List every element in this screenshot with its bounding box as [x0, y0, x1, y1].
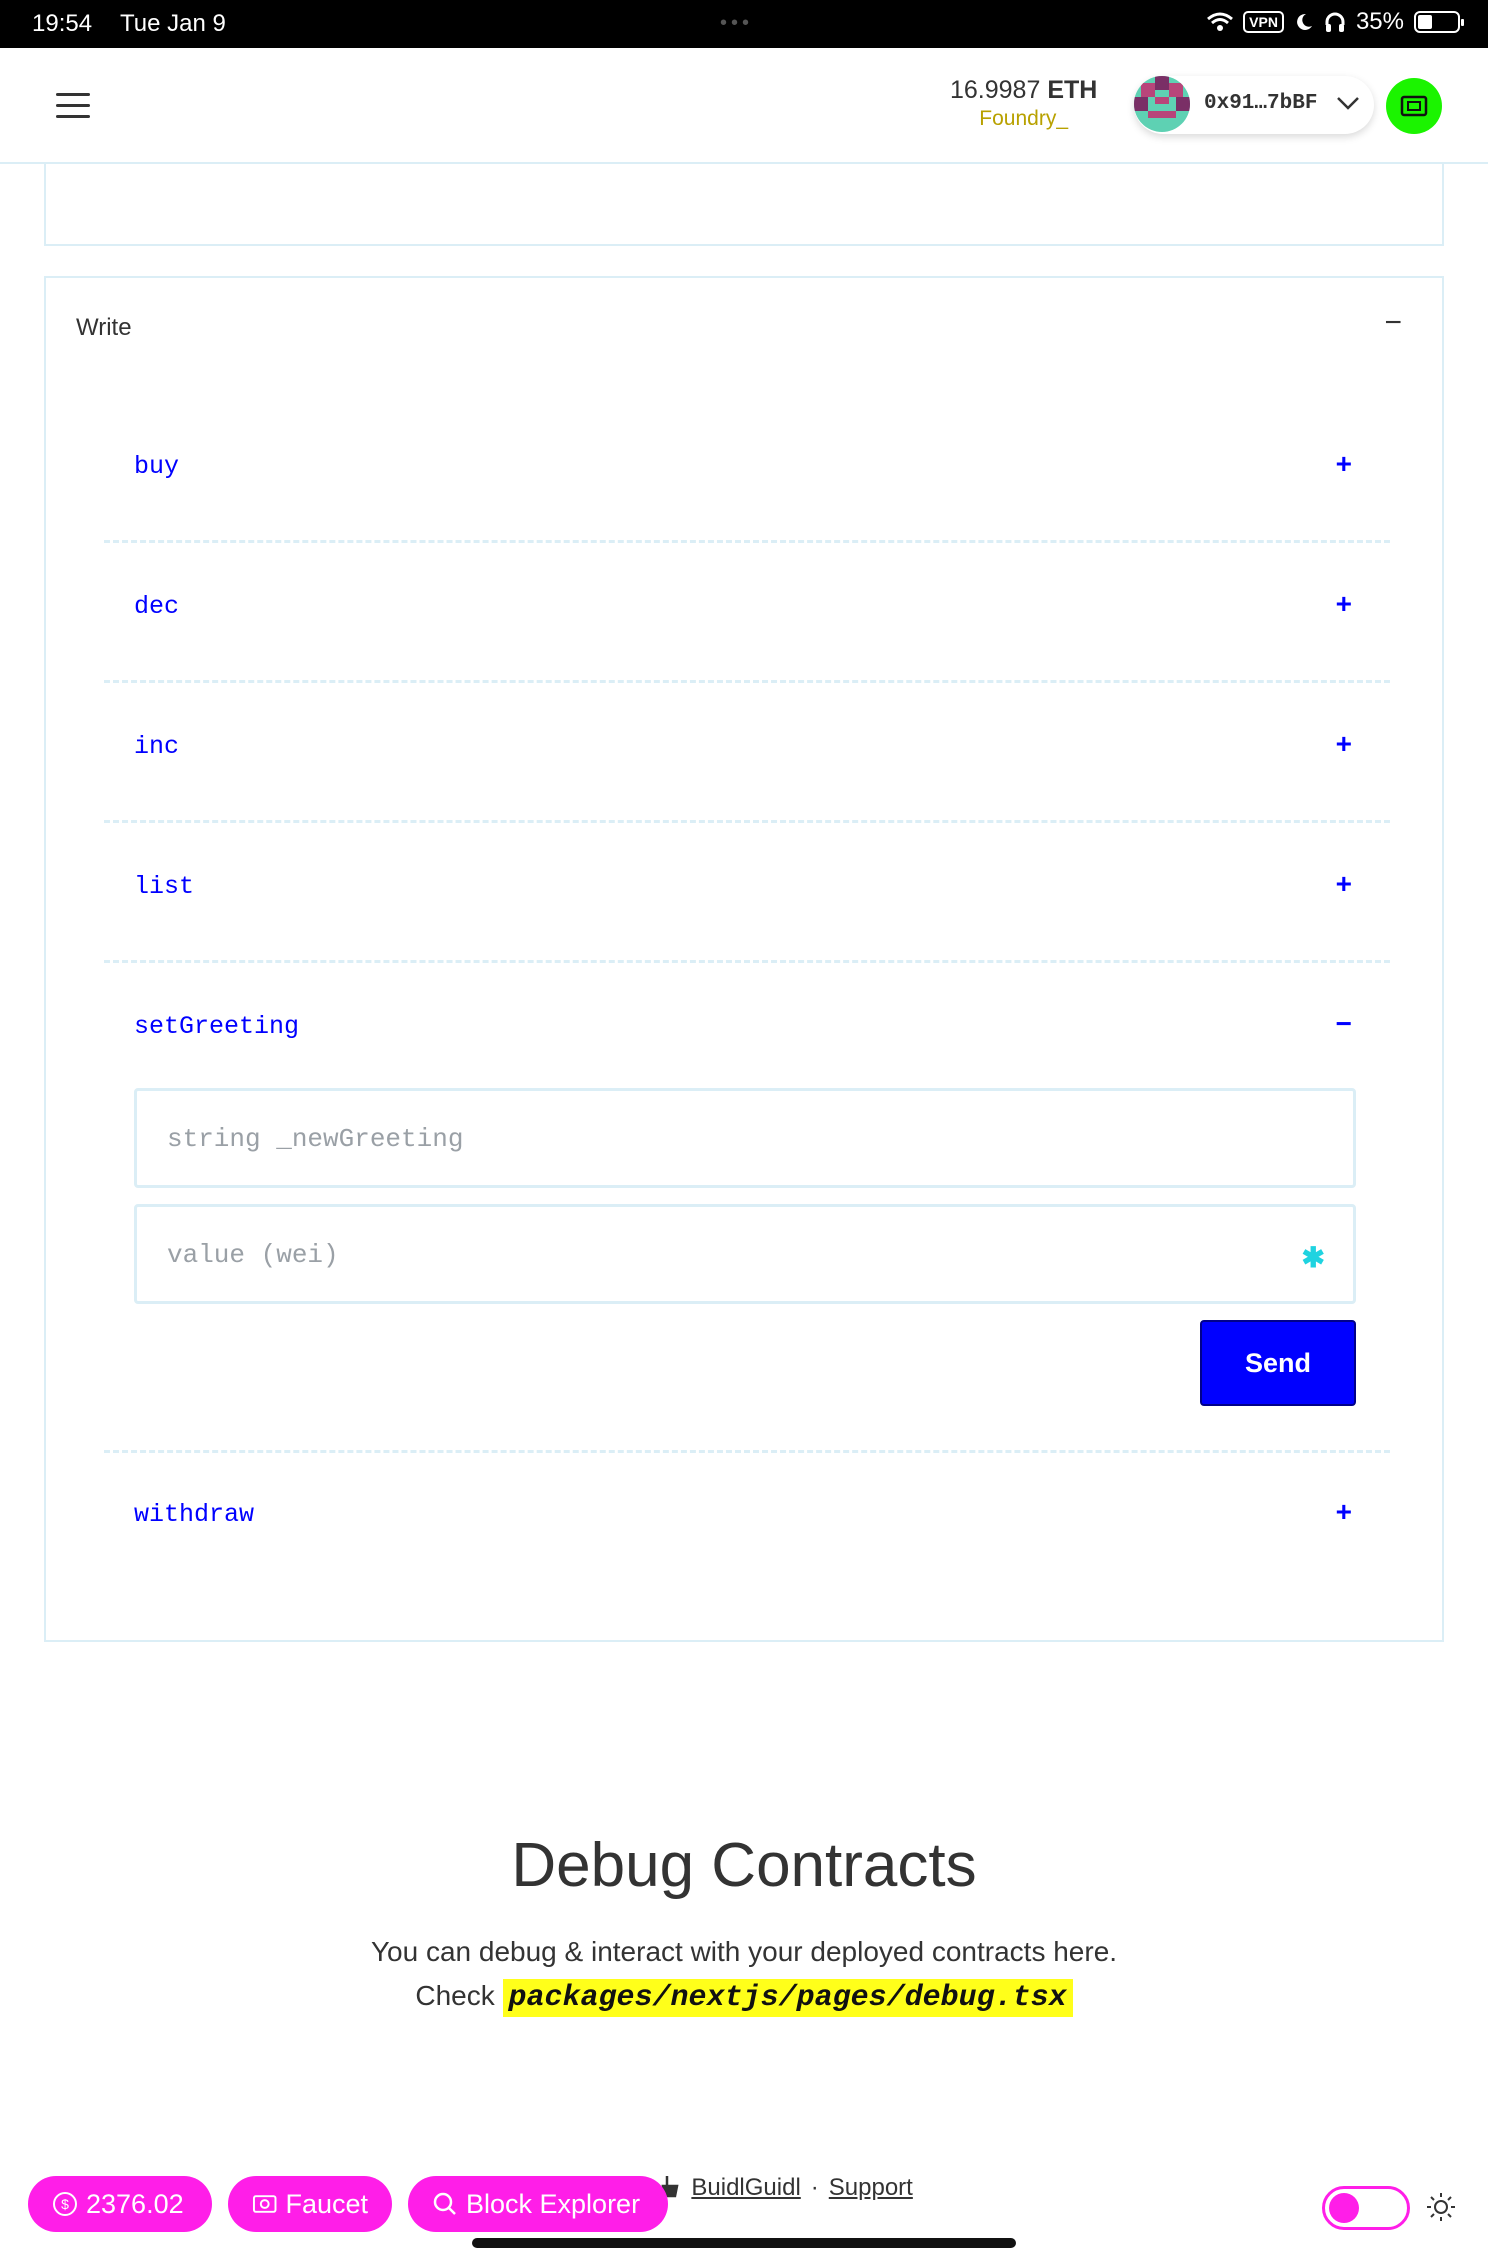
- status-time: 19:54: [32, 10, 93, 37]
- avatar: [1134, 76, 1190, 132]
- value-wei-input[interactable]: [167, 1235, 1267, 1275]
- block-explorer-label: Block Explorer: [466, 2188, 641, 2219]
- function-name: setGreeting: [134, 1012, 300, 1041]
- function-name: buy: [134, 452, 180, 481]
- expand-toggle[interactable]: +: [1336, 868, 1352, 900]
- expand-toggle[interactable]: +: [1336, 728, 1352, 760]
- balance-unit: ETH: [1047, 76, 1098, 104]
- divider: [104, 1450, 1390, 1453]
- function-name: dec: [134, 592, 180, 621]
- headphones-icon: [1325, 12, 1345, 32]
- app-header: 16.9987 ETH Foundry_ 0x91…7bBF: [0, 48, 1488, 164]
- balance-display: 16.9987 ETH Foundry_: [950, 76, 1097, 131]
- qr-code-button[interactable]: [1386, 78, 1442, 134]
- battery-icon: [1414, 11, 1464, 33]
- wifi-icon: [1207, 12, 1234, 31]
- debug-check-line: Check packages/nextjs/pages/debug.tsx: [0, 1979, 1488, 2017]
- debug-description: You can debug & interact with your deplo…: [370, 1936, 1118, 1967]
- eth-price: 2376.02: [86, 2188, 184, 2219]
- function-row-withdraw[interactable]: withdraw +: [104, 1496, 1390, 1536]
- svg-text:$: $: [61, 2196, 69, 2212]
- menu-icon[interactable]: [56, 93, 90, 119]
- divider: [104, 960, 1390, 963]
- function-name: inc: [134, 732, 180, 761]
- buidlguidl-link[interactable]: BuidlGuidl: [691, 2174, 800, 2202]
- function-row-buy[interactable]: buy +: [104, 448, 1390, 488]
- multitask-dots-icon: •••: [720, 12, 754, 34]
- debug-contracts-title: Debug Contracts: [511, 1831, 977, 1900]
- support-link[interactable]: Support: [829, 2174, 913, 2202]
- divider: [104, 820, 1390, 823]
- function-name: withdraw: [134, 1500, 255, 1529]
- new-greeting-field: [134, 1088, 1356, 1188]
- write-section: Write − buy + dec + inc + list + setGree…: [44, 276, 1444, 1642]
- account-address: 0x91…7bBF: [1204, 92, 1318, 115]
- account-button[interactable]: 0x91…7bBF: [1134, 76, 1374, 134]
- send-button[interactable]: Send: [1200, 1320, 1356, 1406]
- new-greeting-input[interactable]: [167, 1119, 1267, 1159]
- vpn-badge: VPN: [1243, 11, 1284, 33]
- sun-icon[interactable]: [1426, 2192, 1456, 2222]
- expand-toggle[interactable]: +: [1336, 588, 1352, 620]
- check-prefix: Check: [415, 1980, 495, 2011]
- footer-separator: ·: [810, 2174, 819, 2201]
- divider: [104, 540, 1390, 543]
- eth-price-button[interactable]: $ 2376.02: [28, 2176, 212, 2232]
- faucet-label: Faucet: [285, 2188, 368, 2219]
- function-row-inc[interactable]: inc +: [104, 728, 1390, 768]
- balance-amount: 16.9987: [950, 76, 1041, 104]
- write-collapse-toggle[interactable]: −: [1384, 306, 1402, 340]
- expand-toggle[interactable]: +: [1336, 1496, 1352, 1528]
- status-date: Tue Jan 9: [120, 10, 226, 37]
- function-row-list[interactable]: list +: [104, 868, 1390, 908]
- qr-code-icon: [1400, 95, 1428, 117]
- home-indicator: [472, 2238, 1016, 2248]
- battery-percent: 35%: [1355, 8, 1404, 35]
- divider: [104, 680, 1390, 683]
- search-icon: [433, 2192, 456, 2215]
- read-section-card: [44, 164, 1444, 246]
- faucet-button[interactable]: Faucet: [228, 2176, 392, 2232]
- moon-icon: [1297, 13, 1312, 30]
- dollar-icon: $: [53, 2192, 77, 2216]
- debug-file-path: packages/nextjs/pages/debug.tsx: [502, 1979, 1073, 2017]
- network-name: Foundry_: [979, 107, 1069, 130]
- expand-toggle[interactable]: +: [1336, 448, 1352, 480]
- theme-toggle[interactable]: [1322, 2186, 1410, 2230]
- chevron-down-icon: [1337, 97, 1359, 110]
- multiply-wei-button[interactable]: ✱: [1302, 1241, 1325, 1274]
- function-name: list: [134, 872, 195, 901]
- status-bar: 19:54 Tue Jan 9 ••• VPN 35%: [0, 0, 1488, 48]
- function-row-dec[interactable]: dec +: [104, 588, 1390, 628]
- write-section-title: Write: [76, 314, 132, 341]
- collapse-toggle[interactable]: −: [1336, 1008, 1352, 1040]
- function-row-setgreeting[interactable]: setGreeting −: [104, 1008, 1390, 1048]
- faucet-icon: [252, 2195, 277, 2213]
- value-field: ✱: [134, 1204, 1356, 1304]
- block-explorer-button[interactable]: Block Explorer: [408, 2176, 668, 2232]
